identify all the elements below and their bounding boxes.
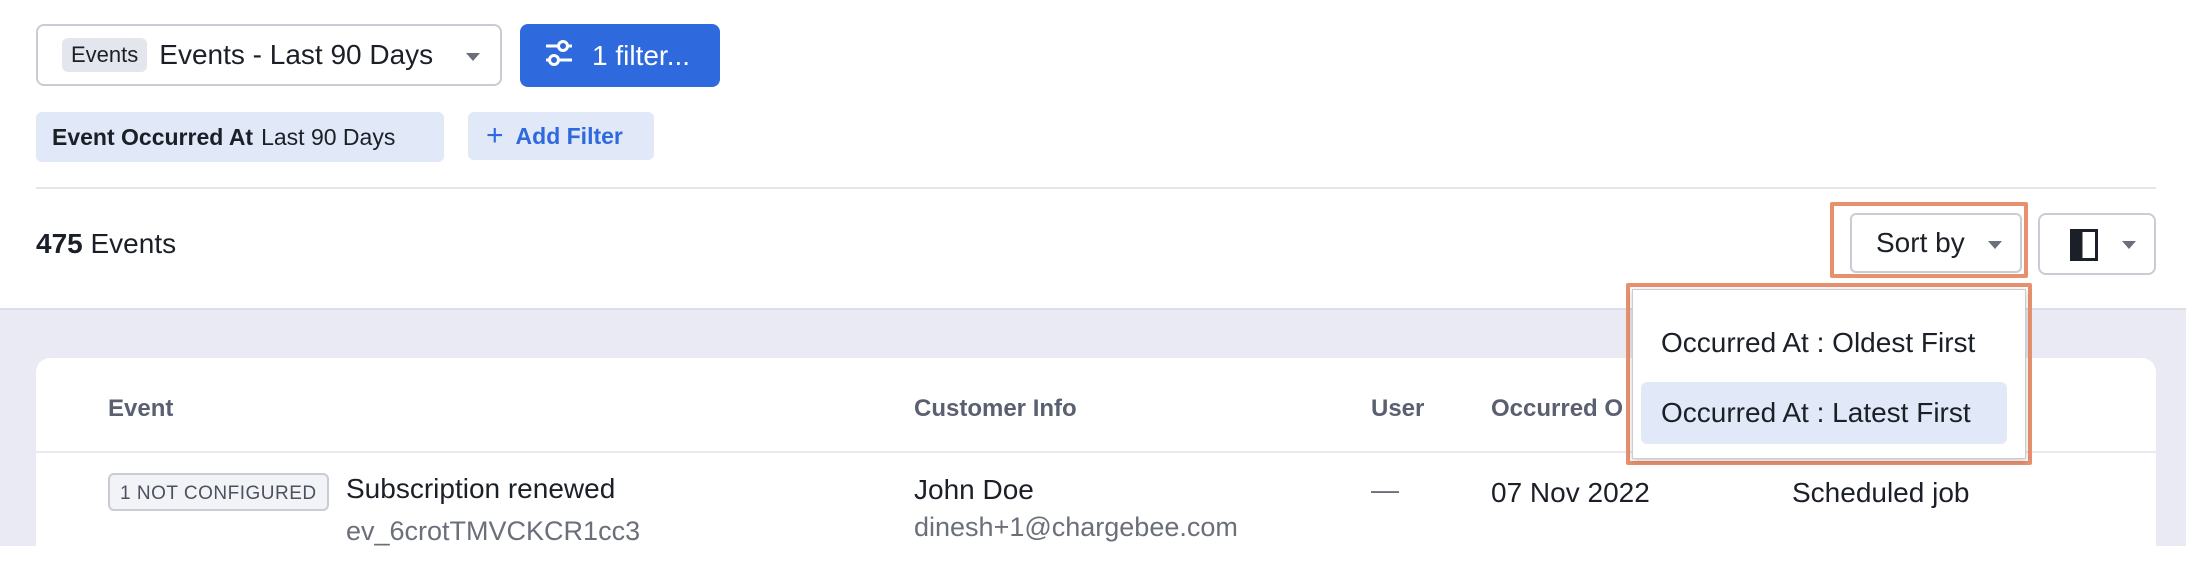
chevron-down-icon	[1988, 241, 2002, 249]
view-badge: Events	[62, 38, 148, 72]
sort-by-label: Sort by	[1876, 227, 1965, 258]
add-filter-button[interactable]: + Add Filter	[468, 112, 654, 160]
add-filter-label: Add Filter	[515, 122, 623, 149]
sort-option-latest[interactable]: Occurred At : Latest First	[1641, 382, 2007, 444]
event-name[interactable]: Subscription renewed	[346, 473, 615, 505]
sort-by-button[interactable]: Sort by	[1850, 213, 2022, 273]
customer-email: dinesh+1@chargebee.com	[914, 512, 1238, 542]
header-event[interactable]: Event	[108, 395, 173, 423]
event-id: ev_6crotTMVCKCR1cc3	[346, 516, 641, 546]
filter-chip-key: Event Occurred At	[52, 123, 254, 150]
header-customer-info[interactable]: Customer Info	[914, 395, 1077, 423]
filter-button[interactable]: 1 filter...	[520, 24, 720, 87]
event-source: Scheduled job	[1792, 477, 1970, 508]
results-count-number: 475	[36, 228, 83, 259]
column-settings-button[interactable]	[2038, 213, 2156, 275]
active-filter-chip[interactable]: Event Occurred At Last 90 Days	[36, 112, 444, 162]
header-user[interactable]: User	[1371, 395, 1424, 423]
chevron-down-icon	[2122, 241, 2136, 249]
user-value: —	[1371, 474, 1399, 505]
status-badge: 1 NOT CONFIGURED	[108, 473, 329, 511]
plus-icon: +	[486, 119, 504, 152]
columns-icon	[2070, 229, 2098, 266]
customer-name[interactable]: John Doe	[914, 474, 1034, 506]
filter-button-label: 1 filter...	[592, 39, 691, 71]
chevron-down-icon	[466, 53, 480, 61]
occurred-at: 07 Nov 2022	[1491, 477, 1650, 508]
results-count-unit: Events	[90, 228, 177, 259]
filter-chip-value: Last 90 Days	[261, 123, 396, 150]
view-selector[interactable]: Events Events - Last 90 Days	[36, 24, 502, 86]
divider	[36, 187, 2156, 189]
results-count: 475 Events	[36, 228, 176, 260]
view-label: Events - Last 90 Days	[159, 39, 434, 70]
sort-dropdown-menu: Occurred At : Oldest First Occurred At :…	[1632, 289, 2026, 459]
sliders-icon	[544, 38, 574, 73]
header-occurred[interactable]: Occurred O	[1491, 395, 1623, 423]
sort-option-oldest[interactable]: Occurred At : Oldest First	[1641, 312, 2007, 374]
